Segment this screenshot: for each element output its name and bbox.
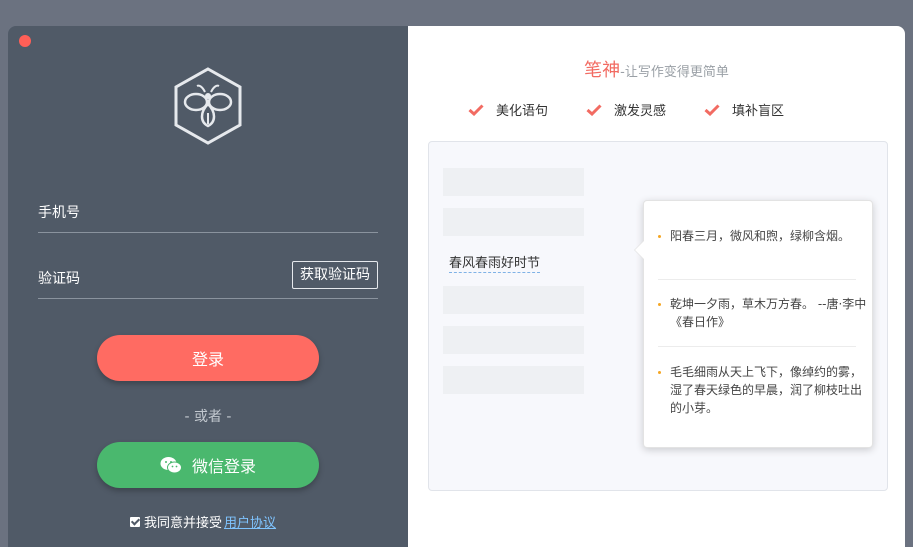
- code-label: 验证码: [38, 271, 80, 287]
- feature-item: 填补盲区: [704, 100, 784, 119]
- brand-name: 笔神: [584, 60, 621, 81]
- close-icon[interactable]: [19, 35, 31, 47]
- suggestion-popup: 阳春三月，微风和煦，绿柳含烟。 乾坤一夕雨，草木万方春。 --唐·李中《春日作》…: [635, 200, 873, 448]
- login-button-label: 登录: [191, 350, 224, 369]
- wechat-icon: [160, 457, 182, 474]
- check-icon: [468, 103, 484, 116]
- agree-text: 我同意并接受: [144, 516, 223, 531]
- placeholder-line: [443, 366, 584, 394]
- code-field[interactable]: 验证码 获取验证码: [38, 261, 378, 299]
- promo-panel: 笔神-让写作变得更简单 美化语句 激发灵感 填补盲区 春风春雨好时节 阳春三月，…: [408, 26, 905, 547]
- divider: [658, 346, 856, 347]
- suggestion-item[interactable]: 阳春三月，微风和煦，绿柳含烟。: [658, 227, 870, 245]
- agreement-row: 我同意并接受 用户协议: [130, 512, 276, 531]
- suggestion-item[interactable]: 乾坤一夕雨，草木万方春。 --唐·李中《春日作》: [658, 295, 870, 331]
- wechat-login-button[interactable]: 微信登录: [97, 442, 319, 488]
- placeholder-line: [443, 168, 584, 196]
- feature-label: 美化语句: [496, 104, 549, 119]
- sample-text: 春风春雨好时节: [449, 252, 541, 273]
- placeholder-line: [443, 326, 584, 354]
- check-icon: [704, 103, 720, 116]
- slogan: 笔神-让写作变得更简单: [408, 56, 905, 82]
- login-button[interactable]: 登录: [97, 335, 319, 381]
- user-agreement-link[interactable]: 用户协议: [224, 512, 276, 531]
- feature-label: 填补盲区: [732, 104, 785, 119]
- agree-checkbox[interactable]: [130, 516, 140, 527]
- feature-item: 美化语句: [468, 100, 548, 119]
- divider: [658, 279, 856, 280]
- login-panel: 手机号 验证码 获取验证码 登录 - 或者 - 微信登录 我同意并接受 用户协议: [8, 26, 408, 547]
- feature-item: 激发灵感: [586, 100, 666, 119]
- login-window: 手机号 验证码 获取验证码 登录 - 或者 - 微信登录 我同意并接受 用户协议: [8, 26, 905, 547]
- feature-list: 美化语句 激发灵感 填补盲区: [468, 100, 822, 119]
- phone-label: 手机号: [38, 205, 80, 221]
- get-code-button[interactable]: 获取验证码: [292, 261, 378, 289]
- placeholder-line: [443, 208, 584, 236]
- tagline: -让写作变得更简单: [620, 65, 729, 80]
- popup-arrow: [635, 241, 644, 259]
- bee-hexagon-logo: [174, 67, 242, 145]
- demo-panel: 春风春雨好时节 阳春三月，微风和煦，绿柳含烟。 乾坤一夕雨，草木万方春。 --唐…: [428, 141, 888, 491]
- feature-label: 激发灵感: [614, 104, 667, 119]
- check-icon: [586, 103, 602, 116]
- wechat-button-label: 微信登录: [191, 457, 256, 476]
- phone-field[interactable]: 手机号: [38, 198, 378, 233]
- or-separator: - 或者 -: [184, 409, 232, 425]
- placeholder-line: [443, 286, 584, 314]
- suggestion-item[interactable]: 毛毛细雨从天上飞下，像绰约的雾，湿了春天绿色的早晨，润了柳枝吐出的小芽。: [658, 363, 870, 417]
